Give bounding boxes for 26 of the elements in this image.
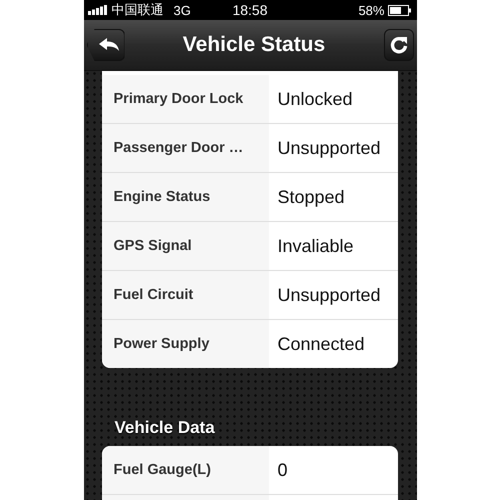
field-value: Unsupported (276, 284, 382, 307)
screen-title: Vehicle Status (182, 33, 326, 57)
field-label: Fuel Circuit (102, 271, 268, 319)
field-value: Connected (276, 332, 366, 356)
field-value: Stopped (276, 186, 346, 209)
back-button[interactable] (86, 29, 124, 61)
field-label: Passenger Door … (102, 124, 268, 172)
battery-percent: 58% (358, 2, 384, 18)
refresh-button[interactable] (384, 29, 414, 61)
field-value: Unlocked (276, 88, 354, 110)
field-label: GPS Signal (102, 222, 268, 270)
field-value: Invaliable (276, 234, 355, 258)
field-value: Unsupported (276, 136, 382, 160)
field-value: 0 (276, 458, 289, 482)
field-label: Engine Status (102, 173, 268, 221)
carrier-name: 中国联通 (112, 1, 164, 19)
refresh-icon (388, 35, 408, 55)
back-arrow-icon (98, 37, 120, 53)
signal-icon (88, 5, 108, 15)
field-label: Power Supply (102, 320, 268, 368)
clock-time: 18:58 (232, 2, 268, 18)
field-label: Primary Door Lock (102, 75, 268, 123)
battery-icon (388, 4, 412, 16)
section-header: Vehicle Data (114, 418, 216, 438)
network-type: 3G (174, 2, 191, 18)
field-label: Fuel Gauge(L) (102, 446, 268, 494)
